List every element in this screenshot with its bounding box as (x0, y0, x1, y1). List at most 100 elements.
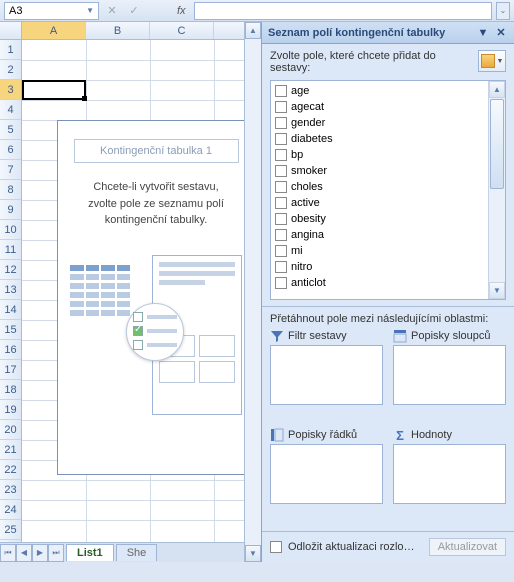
pivot-title: Kontingenční tabulka 1 (74, 139, 239, 163)
checkbox-icon[interactable] (275, 165, 287, 177)
field-list-scrollbar[interactable]: ▲ ▼ (488, 81, 505, 299)
column-labels-area-label: Popisky sloupců (393, 329, 506, 343)
row-header[interactable]: 15 (0, 320, 21, 340)
field-item[interactable]: obesity (273, 211, 486, 227)
row-header[interactable]: 19 (0, 400, 21, 420)
values-area-label: Σ Hodnoty (393, 428, 506, 442)
row-header[interactable]: 2 (0, 60, 21, 80)
row-header[interactable]: 5 (0, 120, 21, 140)
vertical-scrollbar[interactable]: ▲ ▼ (244, 22, 261, 562)
checkbox-icon[interactable] (275, 117, 287, 129)
field-item[interactable]: gender (273, 115, 486, 131)
field-item[interactable]: diabetes (273, 131, 486, 147)
field-item[interactable]: choles (273, 179, 486, 195)
row-header[interactable]: 20 (0, 420, 21, 440)
column-headers: A B C (0, 22, 244, 40)
column-header[interactable]: C (150, 22, 214, 39)
row-header[interactable]: 24 (0, 500, 21, 520)
row-headers: 1 2 3 4 5 6 7 8 9 10 11 12 13 14 15 16 1… (0, 40, 22, 542)
values-drop-area[interactable] (393, 444, 506, 504)
field-item[interactable]: anticlot (273, 275, 486, 291)
pivot-table-placeholder[interactable]: Kontingenční tabulka 1 Chcete-li vytvoři… (57, 120, 244, 475)
row-header[interactable]: 1 (0, 40, 21, 60)
row-header[interactable]: 25 (0, 520, 21, 540)
checkbox-icon[interactable] (275, 85, 287, 97)
row-header[interactable]: 4 (0, 100, 21, 120)
name-box[interactable]: A3 ▼ (4, 2, 99, 20)
rows-icon (270, 428, 284, 442)
pane-menu-icon[interactable]: ▼ (476, 26, 490, 40)
row-header[interactable]: 21 (0, 440, 21, 460)
field-item[interactable]: nitro (273, 259, 486, 275)
column-header[interactable]: A (22, 22, 86, 39)
worksheet: A B C 1 2 3 4 5 6 7 8 9 10 11 12 13 14 1… (0, 22, 244, 562)
checkbox-icon[interactable] (275, 277, 287, 289)
row-header[interactable]: 14 (0, 300, 21, 320)
select-all-corner[interactable] (0, 22, 22, 39)
row-header[interactable]: 22 (0, 460, 21, 480)
sheet-tab-active[interactable]: List1 (66, 544, 114, 561)
checkbox-icon[interactable] (275, 133, 287, 145)
filter-drop-area[interactable] (270, 345, 383, 405)
row-labels-drop-area[interactable] (270, 444, 383, 504)
row-header[interactable]: 13 (0, 280, 21, 300)
checkbox-icon[interactable] (275, 261, 287, 273)
tab-nav-first-icon[interactable]: ⏮ (0, 544, 16, 562)
scroll-thumb[interactable] (490, 99, 504, 189)
row-header[interactable]: 23 (0, 480, 21, 500)
column-labels-drop-area[interactable] (393, 345, 506, 405)
formula-input[interactable] (194, 2, 492, 20)
expand-formula-bar-icon[interactable]: ⌄ (496, 2, 510, 20)
update-button[interactable]: Aktualizovat (429, 538, 506, 556)
scroll-up-icon[interactable]: ▲ (489, 81, 505, 98)
field-item[interactable]: agecat (273, 99, 486, 115)
field-item[interactable]: smoker (273, 163, 486, 179)
cell-grid[interactable]: Kontingenční tabulka 1 Chcete-li vytvoři… (22, 40, 244, 542)
scroll-down-icon[interactable]: ▼ (489, 282, 505, 299)
pivot-field-list-pane: Seznam polí kontingenční tabulky ▼ ✕ Zvo… (261, 22, 514, 562)
tab-nav-last-icon[interactable]: ⏭ (48, 544, 64, 562)
scroll-down-icon[interactable]: ▼ (245, 545, 261, 562)
checkbox-icon[interactable] (275, 101, 287, 113)
chevron-down-icon[interactable]: ▼ (86, 6, 94, 15)
tab-nav-prev-icon[interactable]: ◀ (16, 544, 32, 562)
sheet-tab[interactable]: She (116, 544, 158, 561)
tab-nav-next-icon[interactable]: ▶ (32, 544, 48, 562)
checkbox-icon[interactable] (275, 229, 287, 241)
row-header[interactable]: 11 (0, 240, 21, 260)
pane-footer: Odložit aktualizaci rozlo… Aktualizovat (262, 531, 514, 562)
layout-options-button[interactable]: ▼ (478, 50, 506, 72)
row-header[interactable]: 16 (0, 340, 21, 360)
chevron-down-icon: ▼ (497, 58, 504, 65)
row-header[interactable]: 18 (0, 380, 21, 400)
pane-title: Seznam polí kontingenční tabulky (268, 27, 445, 39)
fx-icon[interactable]: fx (177, 5, 186, 17)
field-list: age agecat gender diabetes bp smoker cho… (270, 80, 506, 300)
row-header[interactable]: 10 (0, 220, 21, 240)
active-cell[interactable] (22, 80, 86, 100)
defer-update-checkbox[interactable] (270, 541, 282, 553)
field-item[interactable]: mi (273, 243, 486, 259)
close-icon[interactable]: ✕ (494, 26, 508, 40)
checkbox-icon[interactable] (275, 149, 287, 161)
checkbox-icon[interactable] (275, 213, 287, 225)
row-header[interactable]: 8 (0, 180, 21, 200)
checkbox-icon[interactable] (275, 197, 287, 209)
sigma-icon: Σ (393, 428, 407, 442)
row-header[interactable]: 17 (0, 360, 21, 380)
field-item[interactable]: age (273, 83, 486, 99)
row-header[interactable]: 12 (0, 260, 21, 280)
field-item[interactable]: bp (273, 147, 486, 163)
checkbox-icon[interactable] (275, 245, 287, 257)
column-header[interactable]: B (86, 22, 150, 39)
row-header[interactable]: 9 (0, 200, 21, 220)
row-header[interactable]: 7 (0, 160, 21, 180)
scroll-up-icon[interactable]: ▲ (245, 22, 261, 39)
checkbox-icon[interactable] (275, 181, 287, 193)
field-item[interactable]: active (273, 195, 486, 211)
row-header[interactable]: 6 (0, 140, 21, 160)
row-header[interactable]: 3 (0, 80, 21, 100)
field-item[interactable]: angina (273, 227, 486, 243)
layout-icon (481, 54, 495, 68)
name-box-value: A3 (9, 5, 22, 17)
